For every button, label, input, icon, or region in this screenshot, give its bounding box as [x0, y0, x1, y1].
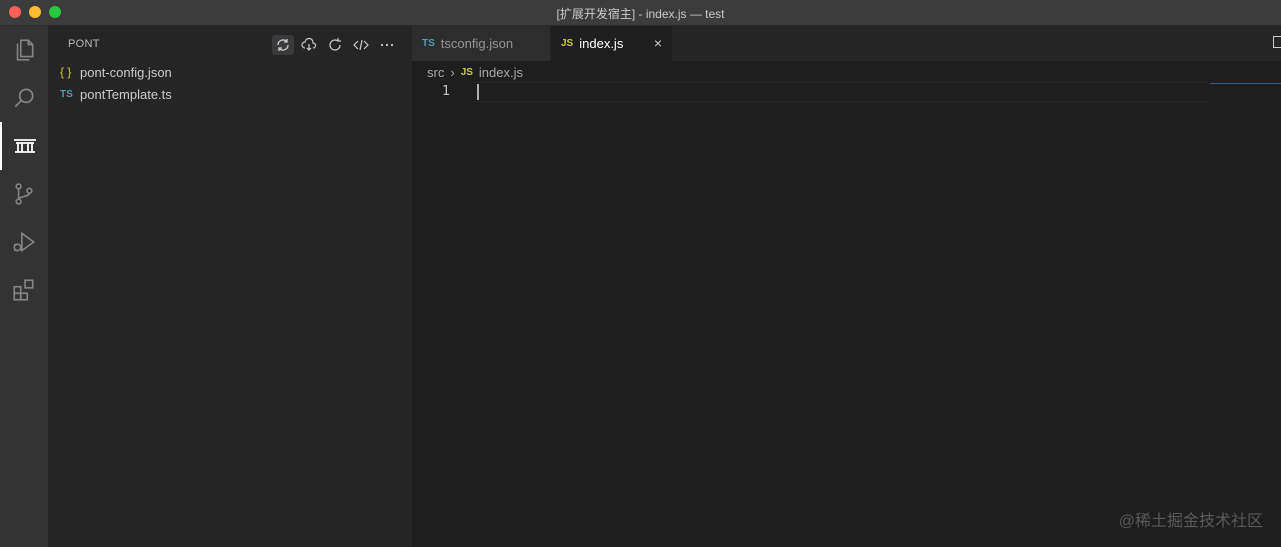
extensions-button[interactable] — [0, 266, 48, 314]
search-button[interactable] — [0, 74, 48, 122]
run-debug-button[interactable] — [0, 218, 48, 266]
sidebar: PONT { } pont-config.json TS pontTemplat… — [48, 26, 412, 547]
files-icon — [16, 39, 34, 61]
file-item-pont-template[interactable]: TS pontTemplate.ts — [60, 83, 172, 105]
pont-icon — [14, 139, 36, 153]
cloud-download-icon — [301, 37, 317, 51]
js-file-icon: JS — [561, 38, 574, 49]
editor-tabs: TS tsconfig.json JS index.js × — [412, 26, 1281, 61]
tab-index-js[interactable]: JS index.js × — [551, 26, 672, 61]
close-icon[interactable]: × — [654, 35, 662, 51]
file-name: pontTemplate.ts — [80, 86, 172, 102]
run-debug-icon — [13, 231, 36, 253]
breadcrumb: src › JS index.js — [427, 65, 523, 80]
sync-icon — [277, 39, 289, 51]
extensions-icon — [13, 279, 34, 301]
js-file-icon: JS — [460, 67, 473, 78]
sidebar-actions — [272, 35, 398, 55]
tab-label: tsconfig.json — [440, 36, 514, 51]
minimap-viewport[interactable] — [1210, 83, 1281, 84]
sidebar-title: PONT — [68, 38, 100, 50]
search-icon — [14, 88, 34, 108]
code-button[interactable] — [350, 35, 372, 55]
current-line-highlight — [474, 82, 1208, 102]
cloud-download-button[interactable] — [298, 35, 320, 55]
file-item-pont-config[interactable]: { } pont-config.json — [60, 61, 172, 83]
ts-file-icon: TS — [422, 38, 435, 49]
activity-bar — [0, 26, 48, 547]
ts-file-icon: TS — [60, 88, 73, 100]
split-editor-icon[interactable] — [1273, 36, 1281, 48]
chevron-right-icon: › — [450, 65, 455, 80]
refresh-button[interactable] — [324, 35, 346, 55]
breadcrumb-folder[interactable]: src — [427, 65, 444, 80]
sync-button[interactable] — [272, 35, 294, 55]
tab-label: index.js — [579, 36, 624, 51]
tab-tsconfig[interactable]: TS tsconfig.json — [412, 26, 550, 61]
explorer-button[interactable] — [0, 26, 48, 74]
pont-button[interactable] — [0, 122, 48, 170]
editor-area: TS tsconfig.json JS index.js × src › JS … — [412, 26, 1281, 547]
title-bar: [扩展开发宿主] - index.js — test — [0, 0, 1281, 26]
code-icon — [353, 39, 369, 51]
text-cursor[interactable] — [477, 84, 479, 100]
line-number: 1 — [442, 84, 450, 99]
watermark: @稀土掘金技术社区 — [1118, 513, 1263, 530]
breadcrumb-file[interactable]: index.js — [479, 65, 523, 80]
more-actions-button[interactable] — [376, 35, 398, 55]
source-control-icon — [15, 183, 33, 205]
json-file-icon: { } — [60, 65, 72, 79]
window-title: [扩展开发宿主] - index.js — test — [556, 7, 725, 21]
file-name: pont-config.json — [80, 64, 172, 80]
refresh-icon — [329, 38, 341, 51]
more-icon — [380, 43, 394, 47]
source-control-button[interactable] — [0, 170, 48, 218]
